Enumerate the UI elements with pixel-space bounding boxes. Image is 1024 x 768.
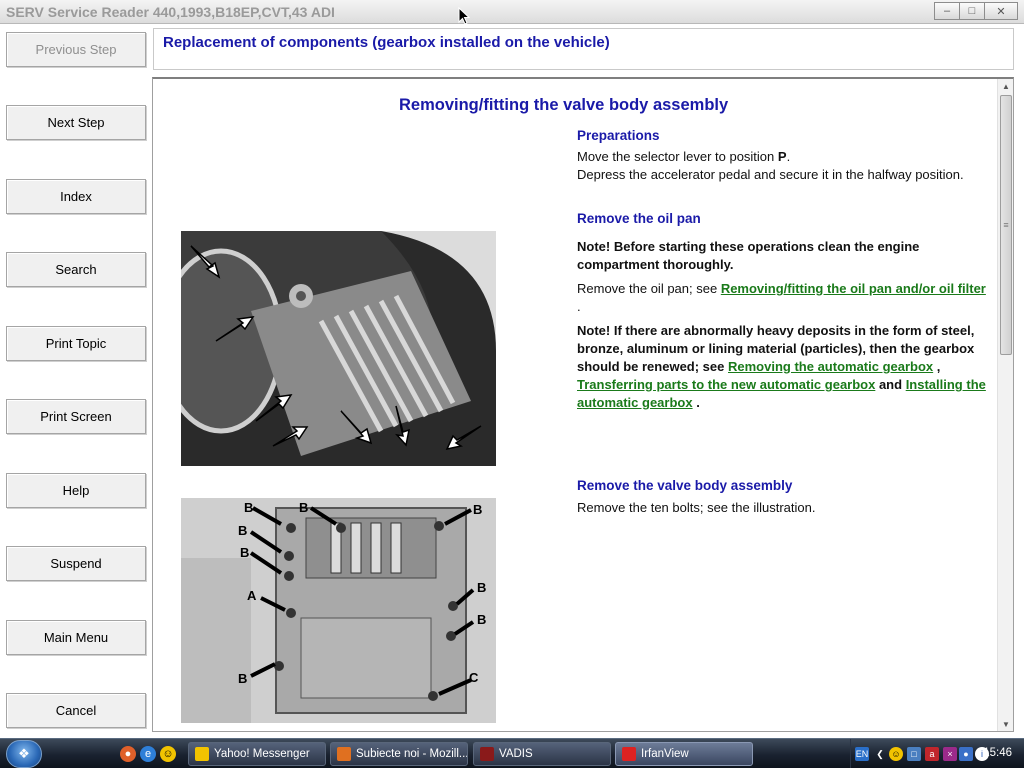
preparations-line1: Move the selector lever to position P. xyxy=(577,149,791,164)
index-button[interactable]: Index xyxy=(6,179,146,214)
search-button[interactable]: Search xyxy=(6,252,146,287)
cancel-button[interactable]: Cancel xyxy=(6,693,146,728)
previous-step-button[interactable]: Previous Step xyxy=(6,32,146,67)
mouse-cursor-icon xyxy=(458,7,470,25)
link-removing-gearbox[interactable]: Removing the automatic gearbox xyxy=(728,359,933,374)
taskbar: ❖ ● e ☺ Yahoo! Messenger Subiecte noi - … xyxy=(0,738,1024,768)
irfanview-icon xyxy=(622,747,636,761)
task-irfanview[interactable]: IrfanView xyxy=(615,742,753,766)
system-tray: EN ❮ ☺ □ a × ● i 15:46 xyxy=(850,739,1024,768)
antivirus-icon[interactable]: a xyxy=(925,747,939,761)
figure-label-b8: B xyxy=(238,671,247,686)
yahoo-messenger-icon xyxy=(195,747,209,761)
valve-body-heading: Remove the valve body assembly xyxy=(577,478,793,493)
messenger-quick-icon[interactable]: ☺ xyxy=(160,746,176,762)
window-controls: – □ ✕ xyxy=(934,2,1018,20)
topic-title: Replacement of components (gearbox insta… xyxy=(163,34,610,51)
tray-app-icon[interactable]: ● xyxy=(959,747,973,761)
scroll-up-arrow-icon[interactable]: ▲ xyxy=(998,79,1013,93)
clock[interactable]: 15:46 xyxy=(983,747,1012,759)
figure-label-b6: B xyxy=(477,580,486,595)
firefox-icon xyxy=(337,747,351,761)
title-bar: SERV Service Reader 440,1993,B18EP,CVT,4… xyxy=(0,0,1024,25)
vertical-scrollbar[interactable]: ▲ ≡ ▼ xyxy=(997,79,1013,731)
section-title: Removing/fitting the valve body assembly xyxy=(399,96,729,114)
start-button[interactable]: ❖ xyxy=(6,740,42,768)
network-icon[interactable]: □ xyxy=(907,747,921,761)
figure-label-b1: B xyxy=(244,500,253,515)
print-screen-button[interactable]: Print Screen xyxy=(6,399,146,434)
figure-label-c: C xyxy=(469,670,479,685)
figure-label-b7: B xyxy=(477,612,486,627)
oil-pan-note1: Note! Before starting these operations c… xyxy=(577,239,920,272)
minimize-button[interactable]: – xyxy=(934,2,960,20)
scroll-thumb[interactable]: ≡ xyxy=(1000,95,1012,355)
link-oil-pan[interactable]: Removing/fitting the oil pan and/or oil … xyxy=(721,281,986,296)
task-yahoo-messenger[interactable]: Yahoo! Messenger xyxy=(188,742,326,766)
print-topic-button[interactable]: Print Topic xyxy=(6,326,146,361)
preparations-line2: Depress the accelerator pedal and secure… xyxy=(577,167,964,182)
main-menu-button[interactable]: Main Menu xyxy=(6,620,146,655)
valve-body-paragraph: Remove the ten bolts; see the illustrati… xyxy=(577,500,816,515)
figure-label-a: A xyxy=(247,588,257,603)
sidebar: Previous Step Next Step Index Search Pri… xyxy=(0,24,152,738)
content-pane[interactable]: Removing/fitting the valve body assembly… xyxy=(152,77,1014,732)
maximize-button[interactable]: □ xyxy=(959,2,985,20)
oil-pan-note2: Note! If there are abnormally heavy depo… xyxy=(577,323,986,410)
figure-label-b4: B xyxy=(238,523,247,538)
figure-label-b2: B xyxy=(299,500,308,515)
scroll-down-arrow-icon[interactable]: ▼ xyxy=(998,717,1013,731)
task-mozilla[interactable]: Subiecte noi - Mozill... xyxy=(330,742,468,766)
messenger-tray-icon[interactable]: ☺ xyxy=(889,747,903,761)
help-button[interactable]: Help xyxy=(6,473,146,508)
valve-body-illustration: B B B B B B B B A C xyxy=(181,498,496,723)
preparations-block: Preparations Move the selector lever to … xyxy=(577,127,987,184)
oil-pan-illustration xyxy=(181,231,496,466)
preparations-heading: Preparations xyxy=(577,128,660,143)
figure-label-b5: B xyxy=(240,545,249,560)
oil-pan-block: Remove the oil pan Note! Before starting… xyxy=(577,210,987,412)
valve-body-block: Remove the valve body assembly Remove th… xyxy=(577,477,987,517)
figure-label-b3: B xyxy=(473,502,482,517)
suspend-button[interactable]: Suspend xyxy=(6,546,146,581)
close-button[interactable]: ✕ xyxy=(984,2,1018,20)
volume-muted-icon[interactable]: × xyxy=(943,747,957,761)
tray-expand-icon[interactable]: ❮ xyxy=(873,747,887,761)
window-title: SERV Service Reader 440,1993,B18EP,CVT,4… xyxy=(6,4,335,20)
vadis-icon xyxy=(480,747,494,761)
ie-icon[interactable]: e xyxy=(140,746,156,762)
link-transferring-parts[interactable]: Transferring parts to the new automatic … xyxy=(577,377,875,392)
oil-pan-heading: Remove the oil pan xyxy=(577,211,701,226)
task-vadis[interactable]: VADIS xyxy=(473,742,611,766)
next-step-button[interactable]: Next Step xyxy=(6,105,146,140)
language-indicator[interactable]: EN xyxy=(855,747,869,761)
oil-pan-paragraph: Remove the oil pan; see Removing/fitting… xyxy=(577,281,986,314)
topic-header: Replacement of components (gearbox insta… xyxy=(153,28,1014,70)
chrome-icon[interactable]: ● xyxy=(120,746,136,762)
